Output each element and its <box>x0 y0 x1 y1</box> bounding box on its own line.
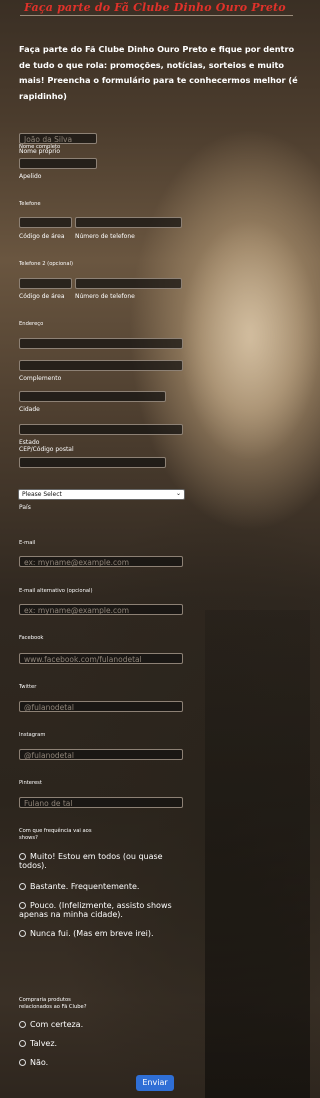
facebook-input[interactable]: www.facebook.com/fulanodetal <box>19 653 183 664</box>
products-option-1-label: Com certeza. <box>30 1020 84 1029</box>
address-zip-sub: CEP/Código postal <box>19 446 74 453</box>
twitter-input[interactable]: @fulanodetal <box>19 701 183 712</box>
twitter-label: Twitter <box>19 684 37 690</box>
pinterest-label: Pinterest <box>19 780 42 786</box>
last-name-sub: Apelido <box>19 173 42 180</box>
address-city-input[interactable] <box>19 391 166 402</box>
radio-icon <box>19 883 26 890</box>
form-header: Faça parte do Fã Clube Dinho Ouro Preto <box>0 0 310 16</box>
address-city-sub: Cidade <box>19 406 40 413</box>
instagram-label: Instagram <box>19 732 46 738</box>
products-option-3[interactable]: Não. <box>19 1058 48 1067</box>
instagram-input[interactable]: @fulanodetal <box>19 749 183 760</box>
shows-option-3-label: Pouco. (Infelizmente, assisto shows apen… <box>19 901 172 919</box>
shows-option-1[interactable]: Muito! Estou em todos (ou quase todos). <box>19 852 184 870</box>
header-divider <box>20 15 293 16</box>
radio-icon <box>19 1021 26 1028</box>
products-question: Compraria produtos relacionados ao Fã Cl… <box>19 997 87 1010</box>
shows-option-3[interactable]: Pouco. (Infelizmente, assisto shows apen… <box>19 901 194 919</box>
radio-icon <box>19 853 26 860</box>
products-option-2[interactable]: Talvez. <box>19 1039 57 1048</box>
products-option-1[interactable]: Com certeza. <box>19 1020 83 1029</box>
email-input[interactable]: ex: myname@example.com <box>19 556 183 567</box>
address-complement-input[interactable] <box>19 360 183 371</box>
shows-option-4-label: Nunca fui. (Mas em breve irei). <box>30 929 154 938</box>
country-select-value: Please Select <box>22 491 62 498</box>
phone2-number-input[interactable] <box>75 278 182 289</box>
background-photo-face <box>180 200 320 530</box>
products-option-2-label: Talvez. <box>30 1039 58 1048</box>
phone-area-input[interactable] <box>19 217 72 228</box>
radio-icon <box>19 930 26 937</box>
phone2-area-input[interactable] <box>19 278 72 289</box>
shows-option-1-label: Muito! Estou em todos (ou quase todos). <box>19 852 163 870</box>
radio-icon <box>19 902 26 909</box>
first-name-input[interactable]: João da Silva <box>19 133 97 144</box>
email-label: E-mail <box>19 540 36 546</box>
phone2-number-sub: Número de telefone <box>75 293 135 300</box>
phone-number-input[interactable] <box>75 217 182 228</box>
address-state-sub: Estado <box>19 439 40 446</box>
background-photo-shirt <box>205 610 310 1098</box>
phone2-label: Telefone 2 (opcional) <box>19 261 74 267</box>
phone-number-sub: Número de telefone <box>75 233 135 240</box>
radio-icon <box>19 1040 26 1047</box>
chevron-down-icon: ⌄ <box>175 490 181 497</box>
pinterest-input[interactable]: Fulano de tal <box>19 797 183 808</box>
shows-option-2[interactable]: Bastante. Frequentemente. <box>19 882 184 891</box>
address-state-input[interactable] <box>19 424 183 435</box>
page-title: Faça parte do Fã Clube Dinho Ouro Preto <box>24 1 286 14</box>
phone-area-sub: Código de área <box>19 233 65 240</box>
email-alt-label: E-mail alternativo (opcional) <box>19 588 93 594</box>
address-zip-input[interactable] <box>19 457 166 468</box>
facebook-label: Facebook <box>19 635 44 641</box>
phone-label: Telefone <box>19 201 41 207</box>
shows-option-2-label: Bastante. Frequentemente. <box>30 882 140 891</box>
shows-option-4[interactable]: Nunca fui. (Mas em breve irei). <box>19 929 184 938</box>
address-street-input[interactable] <box>19 338 183 349</box>
country-sub: País <box>19 504 31 511</box>
shows-question: Com que frequência vai aos shows? <box>19 828 92 841</box>
first-name-sub: Nome próprio <box>19 148 61 155</box>
phone2-area-sub: Código de área <box>19 293 65 300</box>
products-option-3-label: Não. <box>30 1058 49 1067</box>
email-alt-input[interactable]: ex: myname@example.com <box>19 604 183 615</box>
submit-button[interactable]: Enviar <box>136 1075 174 1091</box>
address-complement-sub: Complemento <box>19 375 62 382</box>
address-label: Endereço <box>19 321 44 327</box>
last-name-input[interactable] <box>19 158 97 169</box>
country-select[interactable]: Please Select ⌄ <box>18 489 185 500</box>
radio-icon <box>19 1059 26 1066</box>
form-intro: Faça parte do Fã Clube Dinho Ouro Preto … <box>19 44 298 101</box>
